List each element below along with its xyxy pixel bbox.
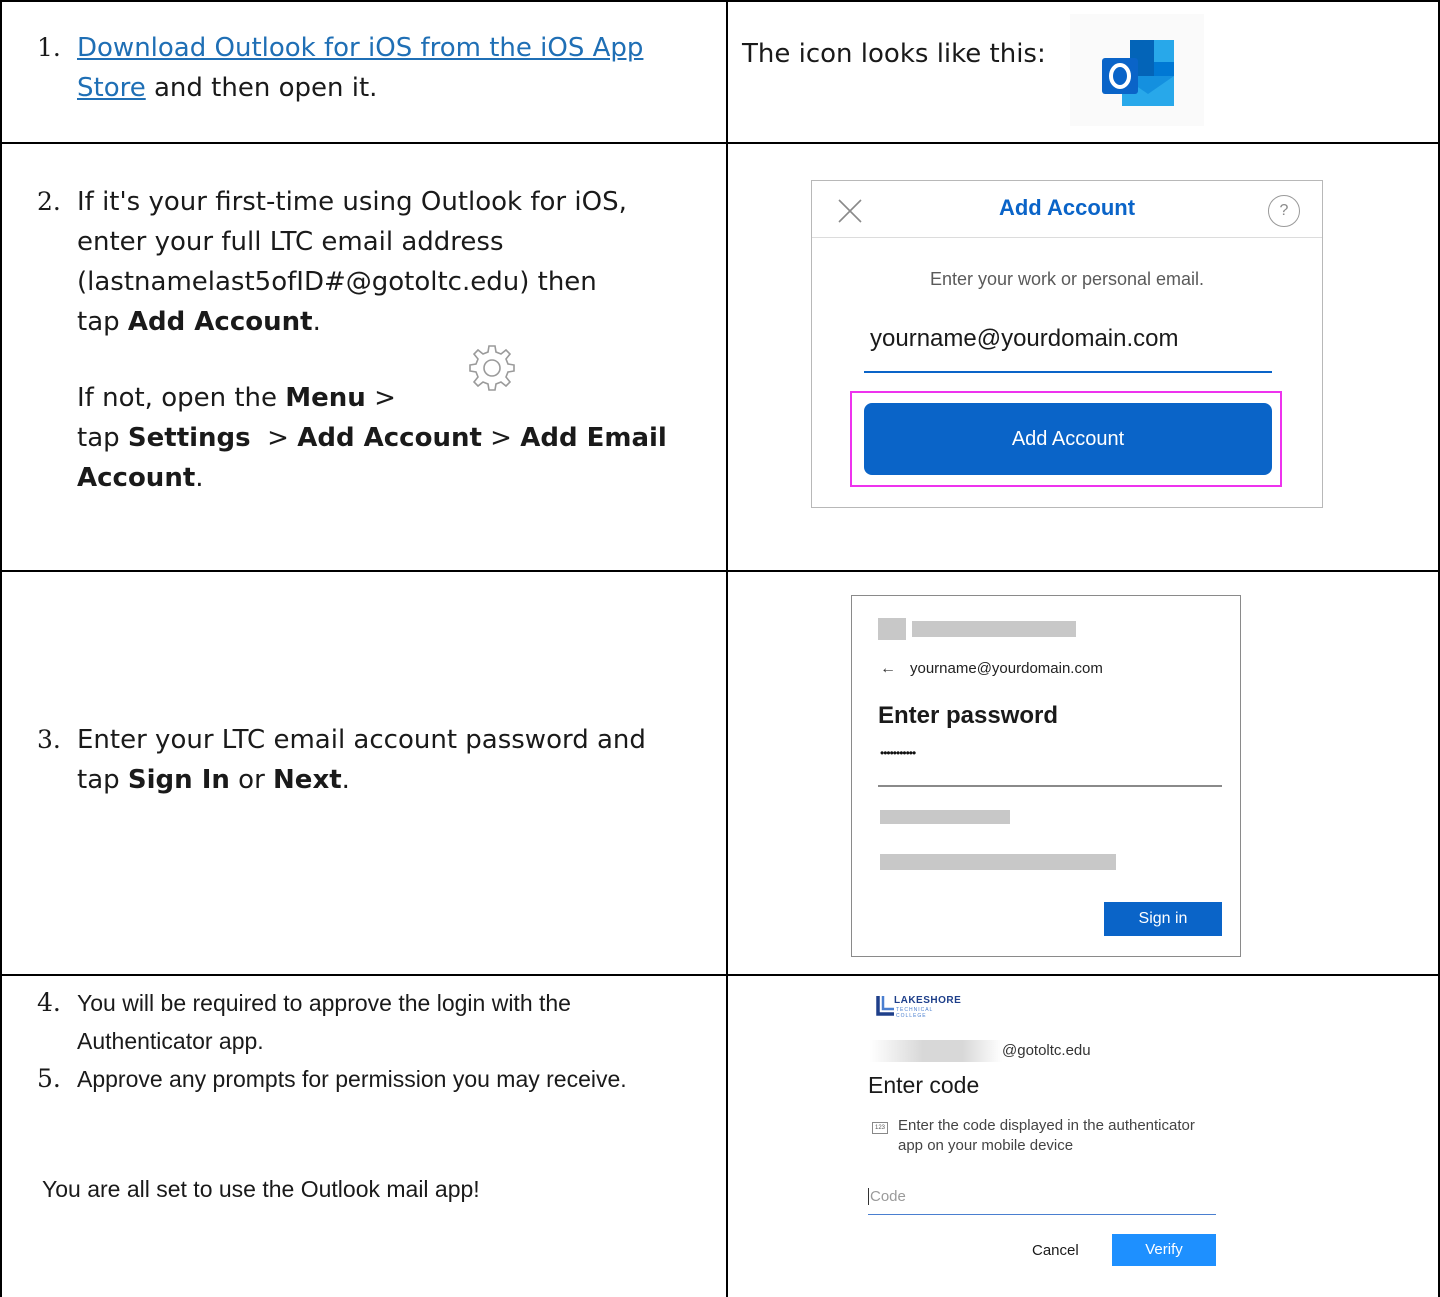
step-4-text: 4. You will be required to approve the l… <box>37 988 571 1054</box>
enter-code-heading: Enter code <box>868 1072 980 1098</box>
verify-button: Verify <box>1112 1234 1216 1266</box>
add-account-screenshot: Add Account ? Enter your work or persona… <box>811 180 1323 508</box>
cancel-button: Cancel <box>1032 1242 1079 1259</box>
step-number: 2. <box>37 187 61 216</box>
password-field: ••••••••••• <box>880 746 916 760</box>
add-account-bold: Add Account <box>127 307 313 337</box>
lakeshore-logo: LAKESHORE TECHNICAL COLLEGE <box>876 992 1036 1026</box>
account-domain: @gotoltc.edu <box>1002 1042 1091 1059</box>
completion-message: You are all set to use the Outlook mail … <box>42 1176 480 1202</box>
step-number: 3. <box>37 725 61 754</box>
step-2-line1: If it's your first-time using Outlook fo… <box>77 187 627 257</box>
code-instruction: Enter the code displayed in the authenti… <box>898 1117 1195 1154</box>
redacted-line-1 <box>880 810 1010 824</box>
step-number: 1. <box>37 33 61 62</box>
step-2-line2: (lastnamelast5ofID#@gotoltc.edu) then <box>77 267 597 297</box>
redacted-header <box>912 621 1076 637</box>
step-2-path: tap Settings > Add Account > Add Email A… <box>77 423 667 493</box>
code-badge-icon: 123 <box>872 1122 888 1134</box>
account-email: yourname@yourdomain.com <box>910 660 1103 677</box>
outlook-app-icon <box>1070 14 1204 126</box>
help-icon: ? <box>1268 195 1300 227</box>
email-field: yourname@yourdomain.com <box>870 325 1179 352</box>
redacted-line-2 <box>880 854 1116 870</box>
step-row-4: 4. You will be required to approve the l… <box>0 974 1440 1297</box>
back-arrow-icon: ← <box>880 660 896 677</box>
enter-code-screenshot: LAKESHORE TECHNICAL COLLEGE @gotoltc.edu… <box>868 992 1228 1282</box>
step-2-line3: tap Add Account. <box>77 307 321 337</box>
step-row-3: 3. Enter your LTC email account password… <box>0 570 1440 974</box>
enter-password-heading: Enter password <box>878 702 1059 729</box>
redacted-username <box>870 1040 1002 1062</box>
step-5-text: 5. Approve any prompts for permission yo… <box>37 1064 627 1093</box>
step-row-1: 1. Download Outlook for iOS from the iOS… <box>0 0 1440 142</box>
email-prompt: Enter your work or personal email. <box>929 269 1205 289</box>
gear-icon <box>466 342 518 394</box>
add-account-title: Add Account <box>998 195 1136 220</box>
step-row-2: 2. If it's your first-time using Outlook… <box>0 142 1440 570</box>
step-3-text: 3. Enter your LTC email account password… <box>37 720 677 800</box>
step-1-text: 1. Download Outlook for iOS from the iOS… <box>37 28 707 108</box>
step-2-text: 2. If it's your first-time using Outlook… <box>37 182 677 498</box>
step-2-ifnot: If not, open the Menu > <box>77 383 396 413</box>
icon-caption: The icon looks like this: <box>742 39 1046 69</box>
redacted-logo <box>878 618 906 640</box>
add-account-button: Add Account <box>864 403 1272 475</box>
sign-in-screenshot: ← yourname@yourdomain.com Enter password… <box>851 595 1241 957</box>
step-1-rest: and then open it. <box>154 73 378 103</box>
sign-in-button: Sign in <box>1104 902 1222 936</box>
code-input: Code <box>868 1188 906 1205</box>
